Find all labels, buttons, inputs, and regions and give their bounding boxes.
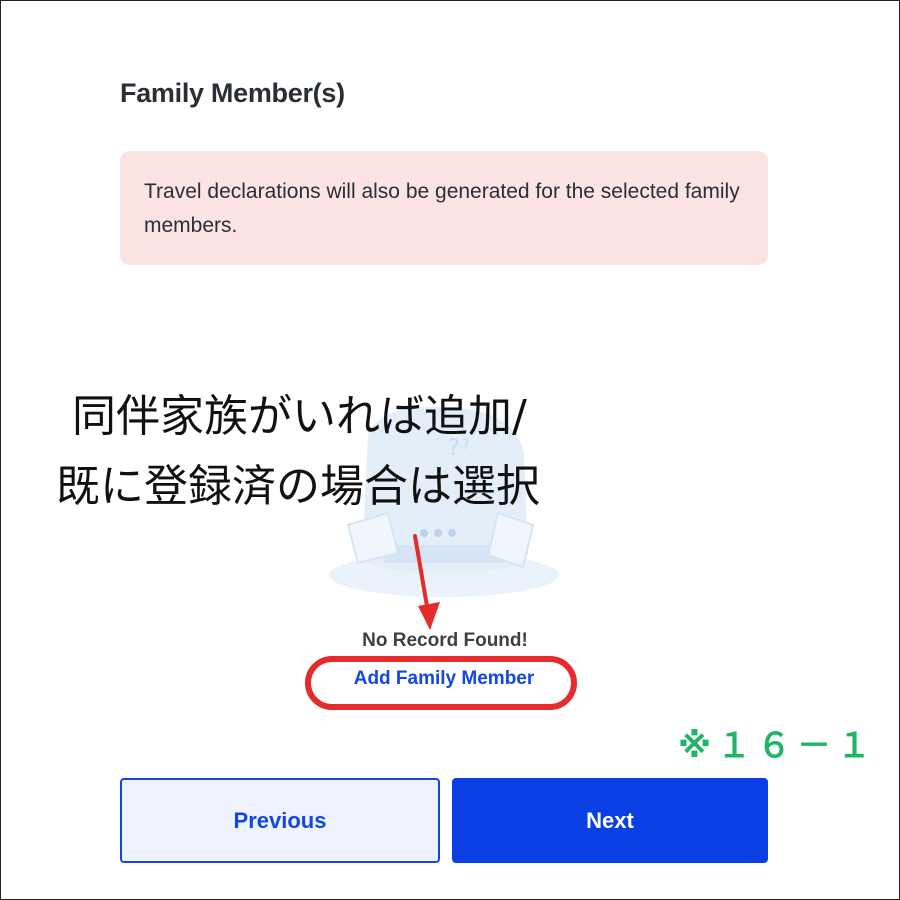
reference-code: ※１６－１ bbox=[678, 726, 878, 766]
annotation-line-1: 同伴家族がいれば追加/ bbox=[72, 391, 527, 442]
next-button[interactable]: Next bbox=[452, 778, 768, 863]
annotation-arrow-icon bbox=[413, 534, 440, 630]
info-alert: Travel declarations will also be generat… bbox=[120, 151, 768, 265]
section-title: Family Member(s) bbox=[120, 78, 345, 108]
alert-message: Travel declarations will also be generat… bbox=[144, 180, 740, 237]
annotation-line-2: 既に登録済の場合は選択 bbox=[56, 461, 540, 512]
add-family-member-link[interactable]: Add Family Member bbox=[305, 668, 583, 690]
previous-button[interactable]: Previous bbox=[120, 778, 440, 863]
no-record-message: No Record Found! bbox=[362, 630, 528, 651]
